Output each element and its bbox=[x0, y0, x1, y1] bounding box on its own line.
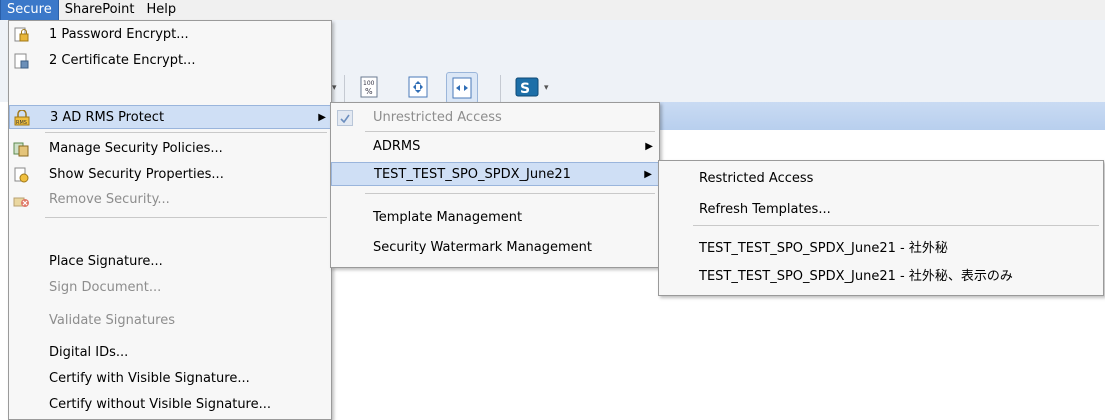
properties-icon bbox=[13, 167, 29, 183]
menu-item-refresh-templates[interactable]: Refresh Templates... bbox=[659, 198, 1103, 222]
menu-separator bbox=[365, 131, 655, 132]
menu-item-password-encrypt[interactable]: 1 Password Encrypt... bbox=[9, 23, 331, 47]
menu-item-remove-security[interactable]: Remove Security... bbox=[9, 188, 331, 212]
svg-text:RMS: RMS bbox=[16, 120, 27, 126]
fit-width-icon[interactable] bbox=[446, 72, 478, 104]
menu-item-unrestricted-access[interactable]: Unrestricted Access bbox=[331, 106, 659, 130]
toolbar-separator bbox=[500, 75, 501, 103]
certificate-icon bbox=[13, 53, 29, 69]
menu-item-template-management[interactable]: Template Management bbox=[331, 206, 659, 230]
checkmark-icon bbox=[337, 110, 353, 126]
remove-lock-icon bbox=[13, 192, 29, 208]
toolbar-separator bbox=[344, 75, 345, 103]
submenu-arrow-icon: ▶ bbox=[644, 169, 652, 180]
menu-help[interactable]: Help bbox=[141, 0, 183, 20]
menu-item-manage-security-policies[interactable]: Manage Security Policies... bbox=[9, 137, 331, 161]
submenu-arrow-icon: ▶ bbox=[645, 141, 653, 152]
svg-text:%: % bbox=[365, 87, 373, 96]
menu-item-place-signature[interactable]: Place Signature... bbox=[9, 250, 331, 274]
policies-icon bbox=[13, 141, 29, 157]
rms-lock-icon: RMS bbox=[14, 109, 30, 126]
menubar: Secure SharePoint Help bbox=[0, 0, 1105, 21]
rms-submenu: Unrestricted Access ADRMS ▶ TEST_TEST_SP… bbox=[330, 102, 660, 268]
menu-item-validate-signatures[interactable]: Validate Signatures bbox=[9, 309, 331, 333]
menu-separator bbox=[45, 132, 327, 133]
menu-item-show-security-properties[interactable]: Show Security Properties... bbox=[9, 163, 331, 187]
zoom-percent-icon[interactable]: 100 % bbox=[355, 72, 385, 102]
menu-item-template-confidential[interactable]: TEST_TEST_SPO_SPDX_June21 - 社外秘 bbox=[659, 237, 1103, 261]
menu-sharepoint[interactable]: SharePoint bbox=[59, 0, 141, 20]
menu-separator bbox=[365, 193, 655, 194]
svg-text:S: S bbox=[520, 81, 530, 97]
fit-page-icon[interactable] bbox=[403, 72, 433, 102]
menu-item-sign-document[interactable]: Sign Document... bbox=[9, 276, 331, 300]
menu-item-digital-ids[interactable]: Digital IDs... bbox=[9, 341, 331, 365]
menu-item-certificate-encrypt[interactable]: 2 Certificate Encrypt... bbox=[9, 49, 331, 73]
submenu-arrow-icon: ▶ bbox=[318, 112, 326, 123]
menu-item-security-watermark-management[interactable]: Security Watermark Management bbox=[331, 236, 659, 260]
menu-separator bbox=[693, 225, 1099, 226]
menu-item-certify-without-visible-signature[interactable]: Certify without Visible Signature... bbox=[9, 393, 331, 417]
password-lock-icon bbox=[13, 27, 29, 43]
dropdown-arrow-icon[interactable]: ▾ bbox=[332, 83, 337, 93]
menu-item-restricted-access[interactable]: Restricted Access bbox=[659, 167, 1103, 191]
menu-item-ad-rms-protect[interactable]: RMS 3 AD RMS Protect ▶ bbox=[9, 105, 331, 129]
svg-text:100: 100 bbox=[363, 80, 375, 87]
sharepoint-icon[interactable]: S bbox=[512, 72, 542, 102]
menu-item-adrms[interactable]: ADRMS ▶ bbox=[331, 135, 659, 159]
menu-item-certify-with-visible-signature[interactable]: Certify with Visible Signature... bbox=[9, 367, 331, 391]
menu-separator bbox=[45, 217, 327, 218]
dropdown-arrow-icon[interactable]: ▾ bbox=[544, 83, 549, 93]
template-submenu: Restricted Access Refresh Templates... T… bbox=[658, 160, 1104, 296]
menu-item-test-template-group[interactable]: TEST_TEST_SPO_SPDX_June21 ▶ bbox=[331, 162, 659, 186]
secure-menu: 1 Password Encrypt... 2 Certificate Encr… bbox=[8, 20, 332, 420]
menu-secure[interactable]: Secure bbox=[0, 0, 59, 21]
menu-item-template-confidential-view-only[interactable]: TEST_TEST_SPO_SPDX_June21 - 社外秘、表示のみ bbox=[659, 265, 1103, 289]
